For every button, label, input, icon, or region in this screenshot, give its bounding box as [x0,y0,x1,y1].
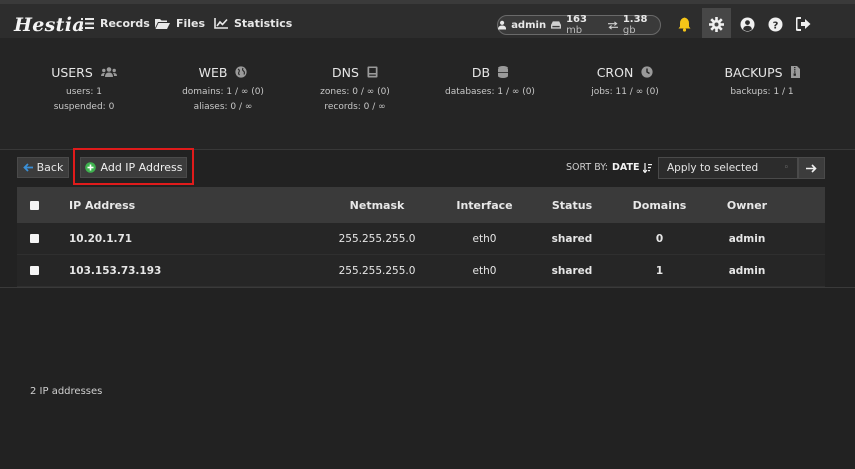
plus-circle-icon [84,162,96,173]
apply-bulk-action-button[interactable] [798,157,825,179]
stat-cron-title: CRON [596,64,634,80]
header-owner[interactable]: Owner [712,187,782,223]
row-domains: 0 [655,232,664,245]
table-row[interactable]: 10.20.1.71 255.255.255.0 eth0 shared 0 a… [17,223,825,255]
exchange-icon [607,20,618,30]
stat-web-aliases: aliases: 0 / ∞ [193,102,253,112]
top-bar: Hestia Records Files Statistics admin 16… [0,0,855,42]
nav-records-label: Records [100,17,150,30]
usage-summary[interactable]: admin 163 mb 1.38 gb [497,14,661,36]
select-all-checkbox[interactable] [30,187,39,223]
stat-users-title: USERS [51,64,93,80]
list-icon [81,18,94,29]
row-owner: admin [728,264,766,277]
user-circle-icon[interactable] [739,16,755,32]
sort-icon [643,162,653,173]
clock-icon [641,66,653,78]
arrow-right-icon [806,163,817,173]
bell-icon[interactable] [676,16,692,32]
stat-web-title: WEB [198,64,228,80]
ip-address-table: IP Address Netmask Interface Status Doma… [17,187,825,287]
stat-db-databases: databases: 1 / ∞ (0) [445,87,535,97]
arrow-left-icon [22,163,33,172]
stat-backups-title: BACKUPS [724,64,783,80]
row-ip-address[interactable]: 10.20.1.71 [69,223,132,254]
stat-dns[interactable]: DNS zones: 0 / ∞ (0) records: 0 / ∞ [290,64,420,114]
line-chart-icon [214,18,228,29]
sort-by-label: SORT BY: [566,162,608,173]
nav-statistics[interactable]: Statistics [214,17,292,30]
hestia-logo[interactable]: Hestia [14,14,85,36]
stat-cron[interactable]: CRON jobs: 11 / ∞ (0) [560,64,690,99]
table-header: IP Address Netmask Interface Status Doma… [17,187,825,223]
add-ip-address-button[interactable]: Add IP Address [80,157,187,178]
stat-users-count: users: 1 [66,87,102,97]
stat-backups-count: backups: 1 / 1 [730,87,794,97]
header-ip-address[interactable]: IP Address [69,187,135,223]
stat-dns-records: records: 0 / ∞ [324,102,386,112]
nav-statistics-label: Statistics [234,17,293,30]
back-button[interactable]: Back [17,157,69,178]
stat-web-domains: domains: 1 / ∞ (0) [182,87,264,97]
database-icon [498,66,509,78]
stat-dns-zones: zones: 0 / ∞ (0) [320,87,390,97]
globe-icon [235,66,248,78]
help-icon[interactable]: ? [767,16,783,32]
hdd-icon [551,21,562,29]
gear-icon[interactable] [708,16,724,32]
svg-text:?: ? [772,20,778,31]
stat-db[interactable]: DB databases: 1 / ∞ (0) [425,64,555,99]
bulk-action-select[interactable]: Apply to selected ◦ [658,157,798,179]
select-caret-icon: ◦ [783,163,789,173]
users-icon [100,67,117,77]
stat-users-suspended: suspended: 0 [53,102,115,112]
row-checkbox[interactable] [30,255,39,286]
usage-disk: 163 mb [566,14,587,36]
back-button-label: Back [36,161,64,174]
ip-address-count: 2 IP addresses [30,386,103,397]
stats-panel: USERS users: 1 suspended: 0 WEB domains:… [0,38,855,150]
stat-users[interactable]: USERS users: 1 suspended: 0 [19,64,149,114]
row-netmask: 255.255.255.0 [338,264,416,277]
add-ip-address-label: Add IP Address [100,161,183,174]
sort-by-value: DATE [611,162,640,173]
table-divider [0,287,855,288]
row-checkbox[interactable] [30,223,39,254]
table-row[interactable]: 103.153.73.193 255.255.255.0 eth0 shared… [17,255,825,287]
usage-bandwidth: 1.38 gb [622,14,648,36]
logout-icon[interactable] [795,16,811,32]
usage-user: admin [511,19,547,31]
row-domains: 1 [655,264,664,277]
header-status[interactable]: Status [537,187,607,223]
stat-backups[interactable]: BACKUPS backups: 1 / 1 [697,64,827,99]
stat-dns-title: DNS [332,64,359,80]
row-interface: eth0 [472,232,497,245]
header-netmask[interactable]: Netmask [327,187,427,223]
nav-files[interactable]: Files [155,17,205,30]
file-archive-icon [790,66,800,78]
bulk-action-value: Apply to selected [667,162,759,174]
row-netmask: 255.255.255.0 [338,232,416,245]
header-domains[interactable]: Domains [622,187,697,223]
stat-web[interactable]: WEB domains: 1 / ∞ (0) aliases: 0 / ∞ [158,64,288,114]
row-interface: eth0 [472,264,497,277]
row-status: shared [551,264,593,277]
header-interface[interactable]: Interface [447,187,522,223]
row-ip-address[interactable]: 103.153.73.193 [69,255,161,286]
stat-cron-jobs: jobs: 11 / ∞ (0) [591,87,659,97]
nav-files-label: Files [176,17,206,30]
row-status: shared [551,232,593,245]
row-owner: admin [728,232,766,245]
sort-by-control[interactable]: SORT BY: DATE [566,162,653,173]
address-book-icon [367,66,378,78]
stat-db-title: DB [471,64,491,80]
user-icon [498,20,507,30]
folder-open-icon [155,19,170,29]
nav-records[interactable]: Records [81,17,150,30]
